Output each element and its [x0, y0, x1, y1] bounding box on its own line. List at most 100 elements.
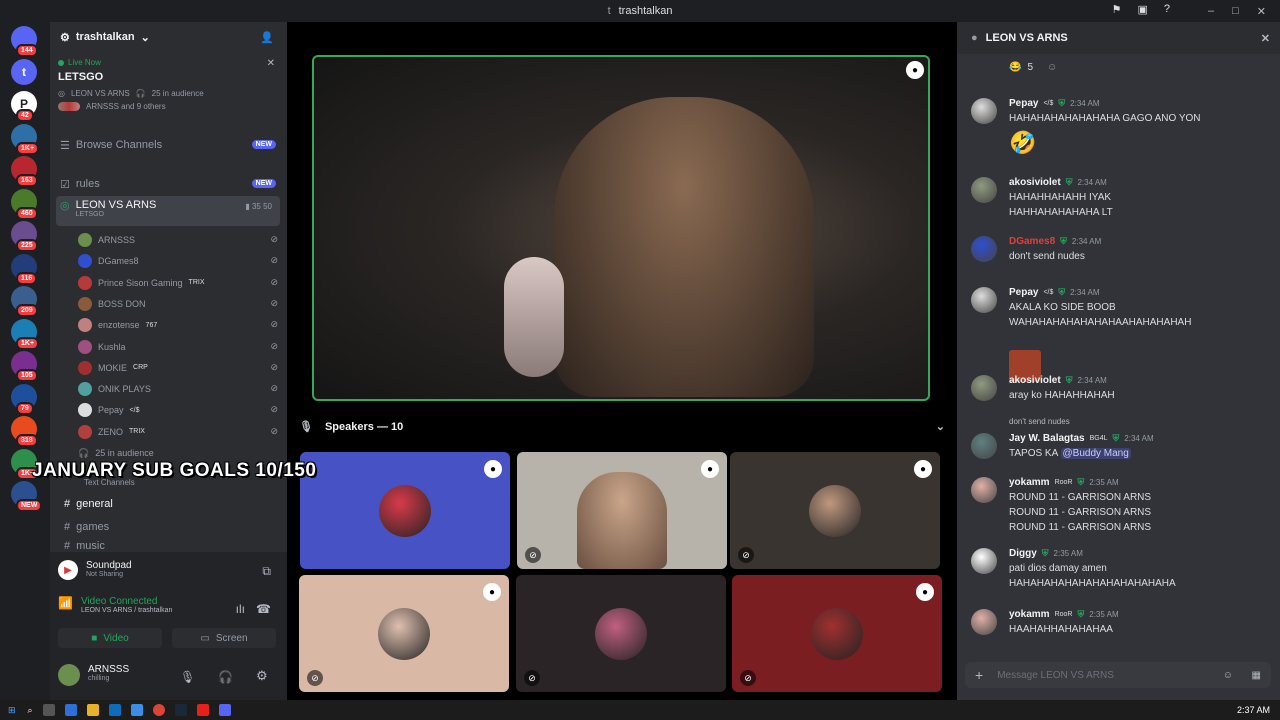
youtube-icon[interactable] — [196, 704, 209, 716]
search-icon[interactable]: ⌕ — [28, 705, 33, 716]
voice-member[interactable]: Prince Sison Gaming TRIX ⊘ — [78, 273, 278, 293]
rofl-emoji[interactable]: 🤣 — [1009, 130, 1036, 156]
close-window-button[interactable]: ✕ — [1257, 5, 1266, 18]
message-avatar[interactable] — [971, 548, 997, 574]
message-author[interactable]: yokamm — [1009, 477, 1050, 488]
message-author[interactable]: Pepay — [1009, 98, 1038, 109]
message-author[interactable]: Pepay — [1009, 287, 1038, 298]
emoji-icon[interactable]: ☺ — [1223, 670, 1233, 681]
message-avatar[interactable] — [971, 98, 997, 124]
message-avatar[interactable] — [971, 236, 997, 262]
chevron-down-icon[interactable]: ⌄ — [936, 420, 945, 433]
screen-icon[interactable]: ▣ — [1137, 3, 1147, 16]
channel-music[interactable]: # music — [56, 539, 280, 553]
voice-member[interactable]: Pepay </$ ⊘ — [78, 400, 278, 420]
chrome-icon[interactable] — [152, 704, 165, 716]
speaker-tile[interactable]: ● — [300, 452, 510, 569]
video-button[interactable]: ■ Video — [58, 628, 162, 648]
message-text: HAHHAHAHAHAHA LT — [1009, 207, 1113, 218]
voice-member[interactable]: ONIK PLAYS ⊘ — [78, 379, 278, 399]
voice-member[interactable]: BOSS DON ⊘ — [78, 294, 278, 314]
taskview-icon[interactable] — [42, 704, 55, 716]
tile-menu-icon[interactable]: ● — [483, 583, 501, 601]
member-tag: CRP — [133, 364, 148, 372]
reaction-row[interactable]: 😂 5 ☺ — [1009, 62, 1057, 73]
message-author[interactable]: yokamm — [1009, 609, 1050, 620]
message-avatar[interactable] — [971, 177, 997, 203]
server-icon[interactable]: t — [11, 58, 37, 85]
app-icon[interactable] — [64, 704, 77, 716]
tile-menu-icon[interactable]: ● — [916, 583, 934, 601]
window-title: trashtalkan — [618, 5, 673, 17]
settings-icon[interactable]: ⚙ — [256, 668, 268, 684]
message-author[interactable]: Jay W. Balagtas — [1009, 433, 1085, 444]
user-mention[interactable]: @Buddy Mang — [1060, 448, 1131, 459]
add-member-icon[interactable]: 👤 — [260, 31, 274, 44]
tile-menu-icon[interactable]: ● — [914, 460, 932, 478]
stream-menu-icon[interactable]: ● — [906, 61, 924, 79]
tile-menu-icon[interactable]: ● — [701, 460, 719, 478]
steam-icon[interactable] — [174, 704, 187, 716]
voice-channel-leon-vs-arns[interactable]: ◎ LEON VS ARNS LETSGO ▮ 35 50 — [56, 196, 280, 226]
message-avatar[interactable] — [971, 287, 997, 313]
windows-start-icon[interactable]: ⊞ — [8, 705, 16, 716]
voice-member[interactable]: enzotense 767 ⊘ — [78, 315, 278, 335]
headset-icon[interactable]: 🎧 — [218, 670, 233, 684]
apps-icon[interactable]: ▦ — [1252, 670, 1261, 681]
voice-member[interactable]: MOKIE CRP ⊘ — [78, 358, 278, 378]
message-input[interactable]: Message LEON VS ARNS — [997, 670, 1114, 681]
featured-stream[interactable]: ● — [312, 55, 930, 401]
browse-channels[interactable]: ☰ Browse Channels NEW — [56, 135, 280, 155]
message-avatar[interactable] — [971, 433, 997, 459]
speaker-tile[interactable]: ● ⊘ — [299, 575, 509, 692]
speaker-avatar — [811, 607, 863, 660]
reply-preview[interactable]: don't send nudes — [1009, 417, 1070, 426]
help-icon[interactable]: ? — [1164, 3, 1170, 16]
tile-menu-icon[interactable]: ● — [484, 460, 502, 478]
message-avatar[interactable] — [971, 609, 997, 635]
speaker-tile[interactable]: ⊘ — [516, 575, 726, 692]
voice-member[interactable]: Kushla ⊘ — [78, 337, 278, 357]
message-box[interactable]: + Message LEON VS ARNS ☺ ▦ — [965, 662, 1271, 688]
voice-member[interactable]: DGames8 ⊘ — [78, 251, 278, 271]
message-avatar[interactable] — [971, 375, 997, 401]
maximize-button[interactable]: □ — [1232, 5, 1239, 17]
close-live-icon[interactable]: ✕ — [267, 58, 275, 69]
files-icon[interactable] — [86, 704, 99, 716]
mic-icon[interactable]: 🎙 — [180, 670, 195, 684]
store-icon[interactable] — [130, 704, 143, 716]
screen-share-button[interactable]: ▭ Screen — [172, 628, 276, 648]
soundpad-row[interactable]: ▶ Soundpad Not Sharing — [58, 560, 132, 580]
server-header[interactable]: ⚙ trashtalkan ⌄ 👤 — [50, 22, 287, 52]
inbox-icon[interactable]: ⚑ — [1112, 3, 1122, 16]
outlook-icon[interactable] — [108, 704, 121, 716]
voice-member[interactable]: ZENO TRIX ⊘ — [78, 422, 278, 442]
message-author[interactable]: Diggy — [1009, 548, 1037, 559]
speaker-tile[interactable]: ● ⊘ — [517, 452, 727, 569]
account-row[interactable]: ARNSSS chilling — [58, 664, 129, 686]
add-reaction-icon[interactable]: ☺ — [1047, 62, 1057, 73]
minimize-button[interactable]: – — [1208, 5, 1214, 17]
voice-member[interactable]: ARNSSS ⊘ — [78, 230, 278, 250]
new-badge: NEW — [251, 179, 276, 188]
plus-icon[interactable]: + — [975, 667, 983, 683]
discord-taskbar-icon[interactable] — [218, 704, 231, 716]
message-author[interactable]: DGames8 — [1009, 236, 1055, 247]
close-chat-icon[interactable]: ✕ — [1261, 32, 1270, 45]
message-avatar[interactable] — [971, 477, 997, 503]
subscriber-icon: ⛨ — [1058, 287, 1066, 297]
channel-rules[interactable]: ☑ rules NEW — [56, 174, 280, 194]
channel-games[interactable]: # games — [56, 517, 280, 537]
member-name: ZENO — [98, 426, 124, 437]
channel-general[interactable]: # general — [56, 494, 280, 514]
speakers-header[interactable]: 🎙 Speakers — 10 ⌄ — [299, 420, 945, 434]
live-card[interactable]: Live Now ✕ LETSGO ◎ LEON VS ARNS 🎧 25 in au… — [50, 52, 287, 122]
voice-connection[interactable]: 📶 Video Connected LEON VS ARNS / trashtal… — [58, 596, 172, 614]
message-author[interactable]: akosiviolet — [1009, 375, 1061, 386]
activity-icon[interactable]: ⧉ — [262, 564, 271, 579]
disconnect-icon[interactable]: ☎ — [256, 602, 271, 616]
speaker-tile[interactable]: ● ⊘ — [730, 452, 940, 569]
message-author[interactable]: akosiviolet — [1009, 177, 1061, 188]
speaker-tile[interactable]: ● ⊘ — [732, 575, 942, 692]
noise-suppression-icon[interactable]: ılı — [236, 602, 245, 616]
